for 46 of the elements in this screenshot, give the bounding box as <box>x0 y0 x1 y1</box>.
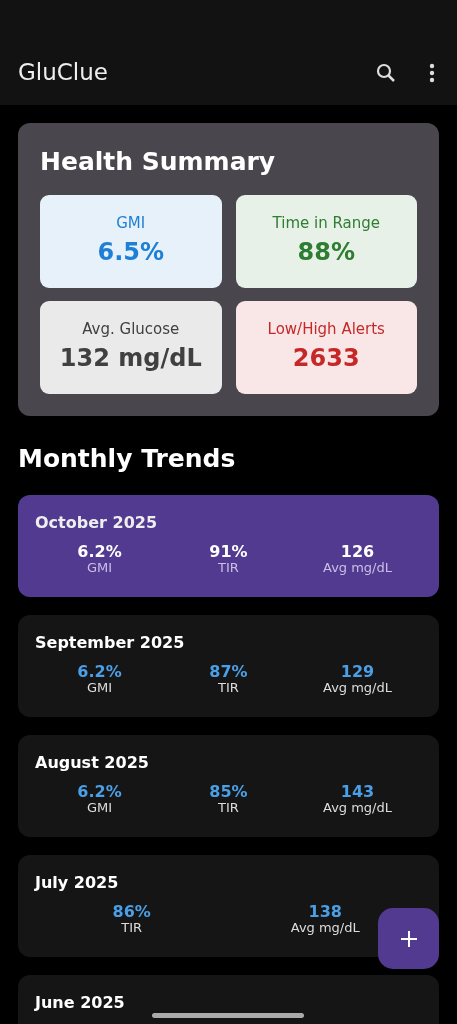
metric-value: 87% <box>208 663 249 682</box>
plus-icon <box>399 929 418 948</box>
month-card[interactable]: September 2025 6.2% GMI 87% TIR 129 Avg mg/dL <box>18 615 439 717</box>
month-card[interactable]: August 2025 6.2% GMI 85% TIR 143 Avg mg/dL <box>18 735 439 837</box>
tile-label: GMI <box>116 212 146 234</box>
tile-label: Time in Range <box>272 212 380 234</box>
metric-label: Avg mg/dL <box>322 561 393 577</box>
metric-label: TIR <box>217 561 240 577</box>
metric-label: GMI <box>85 561 114 577</box>
month-card[interactable]: July 2025 86% TIR 138 Avg mg/dL <box>18 855 439 957</box>
month-card[interactable]: October 2025 6.2% GMI 91% TIR 126 Avg mg/dL <box>18 495 439 597</box>
search-icon <box>375 61 397 84</box>
metric-label: TIR <box>217 681 240 697</box>
month-title: August 2025 <box>35 752 150 774</box>
tile-value: 88% <box>297 237 355 269</box>
month-card[interactable]: June 2025 <box>18 975 439 1024</box>
month-title: October 2025 <box>35 512 159 534</box>
month-title: July 2025 <box>35 872 120 894</box>
metric-label: GMI <box>85 681 114 697</box>
metric-value: 126 <box>339 543 376 562</box>
tile-value: 2633 <box>292 343 360 375</box>
metric-value: 6.2% <box>76 543 123 562</box>
metric-value: 143 <box>339 783 376 802</box>
tile-label: Low/High Alerts <box>267 318 385 340</box>
month-title: June 2025 <box>35 992 126 1014</box>
tile-value: 6.5% <box>97 237 165 269</box>
metric-value: 138 <box>307 903 343 922</box>
section-title: Monthly Trends <box>18 442 237 475</box>
more-icon <box>429 62 435 83</box>
metric-value: 6.2% <box>76 663 123 682</box>
metric-value: 86% <box>111 903 152 922</box>
tile-label: Avg. Glucose <box>82 318 180 340</box>
card-title: Health Summary <box>40 146 277 178</box>
month-title: September 2025 <box>35 632 186 654</box>
metric-value: 6.2% <box>76 783 123 802</box>
metric-label: TIR <box>120 921 144 937</box>
metric-label: Avg mg/dL <box>289 921 361 937</box>
app-title: GluClue <box>18 58 109 88</box>
metric-value: 129 <box>339 663 376 682</box>
metric-value: 91% <box>208 543 249 562</box>
metric-label: GMI <box>85 801 114 817</box>
tile-value: 132 mg/dL <box>59 343 202 375</box>
metric-value: 85% <box>208 783 249 802</box>
metric-label: TIR <box>217 801 240 817</box>
metric-label: Avg mg/dL <box>322 801 393 817</box>
metric-label: Avg mg/dL <box>322 681 393 697</box>
